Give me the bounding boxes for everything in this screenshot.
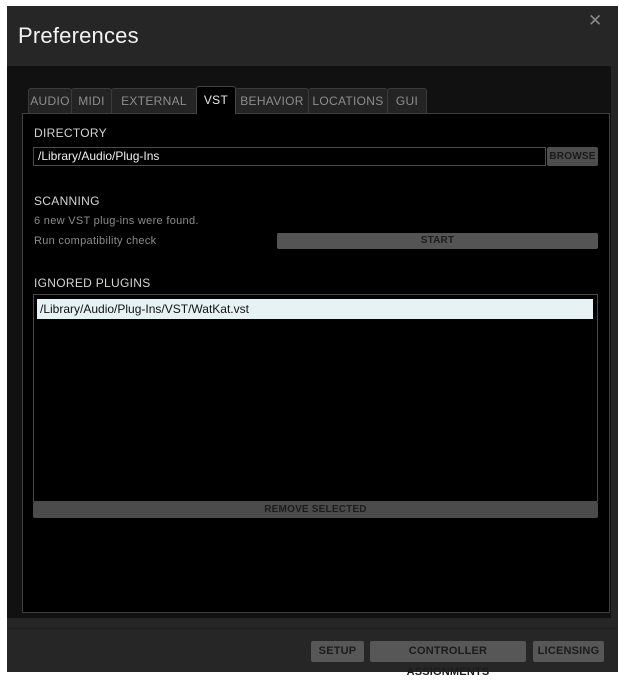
close-icon[interactable]: ✕	[588, 12, 602, 29]
tab-locations[interactable]: LOCATIONS	[308, 88, 388, 113]
remove-selected-button[interactable]: REMOVE SELECTED	[33, 502, 598, 518]
ignored-plugins-list[interactable]: /Library/Audio/Plug-Ins/VST/WatKat.vst	[33, 294, 598, 502]
list-item[interactable]: /Library/Audio/Plug-Ins/VST/WatKat.vst	[37, 299, 593, 319]
tab-midi[interactable]: MIDI	[71, 88, 112, 113]
ignored-plugins-heading: IGNORED PLUGINS	[34, 276, 151, 290]
start-button[interactable]: START	[277, 233, 598, 249]
tab-external[interactable]: EXTERNAL	[111, 88, 197, 113]
footer-divider	[7, 628, 618, 629]
tab-gui[interactable]: GUI	[387, 88, 427, 113]
licensing-button[interactable]: LICENSING	[533, 641, 604, 662]
scan-status-text: 6 new VST plug-ins were found.	[34, 215, 199, 227]
directory-heading: DIRECTORY	[34, 126, 107, 140]
controller-assignments-button[interactable]: CONTROLLER ASSIGNMENTS	[370, 641, 526, 678]
tab-behavior[interactable]: BEHAVIOR	[235, 88, 309, 113]
browse-button[interactable]: BROWSE	[547, 147, 598, 166]
setup-button[interactable]: SETUP	[311, 641, 364, 662]
directory-field[interactable]: /Library/Audio/Plug-Ins	[33, 147, 546, 166]
tab-vst[interactable]: VST	[196, 86, 236, 114]
compatibility-check-label: Run compatibility check	[34, 235, 157, 247]
scanning-heading: SCANNING	[34, 194, 100, 208]
dialog-title: Preferences	[18, 23, 139, 48]
tab-audio[interactable]: AUDIO	[28, 88, 72, 113]
